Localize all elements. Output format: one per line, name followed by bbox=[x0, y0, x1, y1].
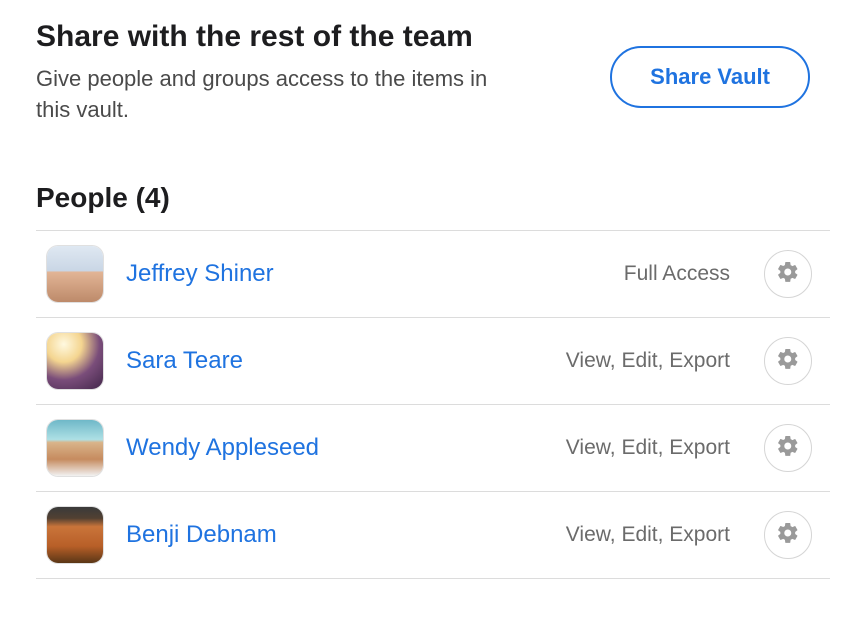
permission-label: View, Edit, Export bbox=[566, 523, 730, 547]
share-header: Share with the rest of the team Give peo… bbox=[36, 20, 830, 126]
person-settings-button[interactable] bbox=[764, 424, 812, 472]
share-title: Share with the rest of the team bbox=[36, 20, 516, 54]
person-settings-button[interactable] bbox=[764, 250, 812, 298]
permission-label: View, Edit, Export bbox=[566, 349, 730, 373]
avatar bbox=[46, 245, 104, 303]
person-name-link[interactable]: Jeffrey Shiner bbox=[126, 260, 602, 288]
person-name-link[interactable]: Benji Debnam bbox=[126, 521, 544, 549]
person-row: Wendy Appleseed View, Edit, Export bbox=[36, 405, 830, 492]
person-row: Sara Teare View, Edit, Export bbox=[36, 318, 830, 405]
gear-icon bbox=[776, 434, 800, 461]
header-text-block: Share with the rest of the team Give peo… bbox=[36, 20, 516, 126]
people-list: Jeffrey Shiner Full Access Sara Teare Vi… bbox=[36, 230, 830, 579]
share-vault-button[interactable]: Share Vault bbox=[610, 46, 810, 108]
permission-label: View, Edit, Export bbox=[566, 436, 730, 460]
person-name-link[interactable]: Wendy Appleseed bbox=[126, 434, 544, 462]
people-heading: People (4) bbox=[36, 182, 830, 214]
gear-icon bbox=[776, 521, 800, 548]
gear-icon bbox=[776, 347, 800, 374]
avatar bbox=[46, 419, 104, 477]
permission-label: Full Access bbox=[624, 262, 730, 286]
avatar bbox=[46, 506, 104, 564]
person-settings-button[interactable] bbox=[764, 337, 812, 385]
person-name-link[interactable]: Sara Teare bbox=[126, 347, 544, 375]
person-row: Jeffrey Shiner Full Access bbox=[36, 231, 830, 318]
avatar bbox=[46, 332, 104, 390]
gear-icon bbox=[776, 260, 800, 287]
share-subtitle: Give people and groups access to the ite… bbox=[36, 64, 516, 126]
person-settings-button[interactable] bbox=[764, 511, 812, 559]
person-row: Benji Debnam View, Edit, Export bbox=[36, 492, 830, 579]
